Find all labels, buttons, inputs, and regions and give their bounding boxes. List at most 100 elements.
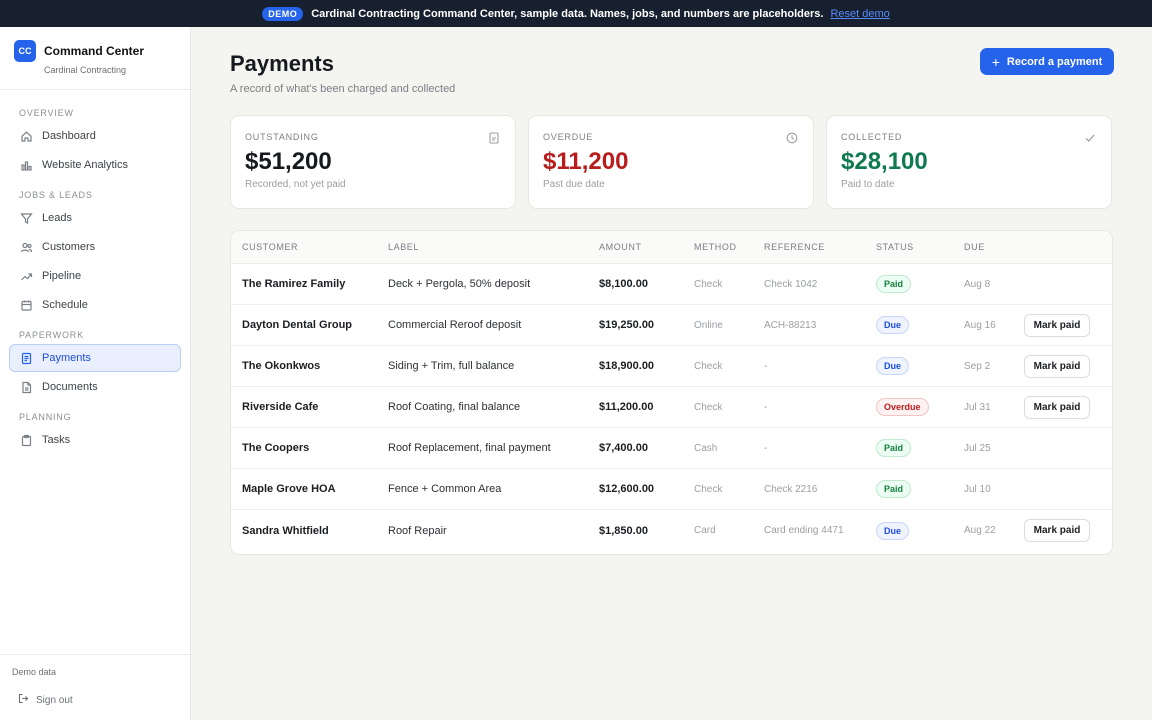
cell-method: Check	[694, 360, 723, 372]
card-label: COLLECTED	[841, 132, 903, 142]
sign-out-icon	[18, 693, 29, 707]
demo-message: Cardinal Contracting Command Center, sam…	[311, 7, 824, 20]
section-planning: PLANNING	[19, 412, 72, 422]
cell-amount: $11,200.00	[599, 401, 654, 413]
cell-amount: $8,100.00	[599, 278, 648, 290]
reset-demo-link[interactable]: Reset demo	[830, 8, 889, 20]
card-note: Recorded, not yet paid	[245, 179, 346, 190]
sidebar-nav: OVERVIEW Dashboard Website Analytics JOB…	[0, 90, 190, 454]
cell-method: Check	[694, 278, 723, 290]
table-row: Dayton Dental Group Commercial Reroof dep…	[231, 305, 1112, 346]
payments-table: CUSTOMER LABEL AMOUNT METHOD REFERENCE S…	[230, 230, 1113, 555]
table-row: Sandra Whitfield Roof Repair $1,850.00 Card…	[231, 510, 1112, 551]
brand-subtitle: Cardinal Contracting	[44, 65, 127, 75]
record-payment-button[interactable]: + Record a payment	[980, 48, 1114, 75]
cell-customer: Dayton Dental Group	[242, 319, 353, 331]
cell-method: Online	[694, 319, 723, 331]
cell-amount: $12,600.00	[599, 483, 655, 495]
sidebar-item-tasks[interactable]: Tasks	[9, 426, 181, 454]
status-badge: Paid	[876, 275, 912, 293]
sidebar-item-website-analytics[interactable]: Website Analytics	[9, 151, 181, 179]
sidebar-item-label: Customers	[42, 241, 96, 253]
receipt-icon	[20, 352, 33, 365]
cell-customer: Riverside Cafe	[242, 401, 319, 413]
cell-customer: The Okonkwos	[242, 360, 321, 372]
cell-label: Siding + Trim, full balance	[388, 360, 515, 372]
header-method: METHOD	[694, 242, 737, 252]
status-badge: Due	[876, 316, 910, 334]
cell-reference: Card ending 4471	[764, 525, 844, 536]
card-label: OUTSTANDING	[245, 132, 319, 142]
sidebar-item-documents[interactable]: Documents	[9, 373, 181, 401]
table-row: Maple Grove HOA Fence + Common Area $12,60…	[231, 469, 1112, 510]
cell-reference: -	[764, 442, 768, 454]
bar-chart-icon	[20, 159, 33, 172]
cell-amount: $18,900.00	[599, 360, 655, 372]
cell-label: Roof Coating, final balance	[388, 401, 521, 413]
sidebar-item-label: Pipeline	[42, 270, 82, 282]
header-status: STATUS	[876, 242, 914, 252]
cell-due: Aug 8	[964, 278, 991, 290]
sidebar-item-leads[interactable]: Leads	[9, 204, 181, 232]
card-value: $11,200	[543, 148, 629, 175]
cell-due: Jul 31	[964, 401, 991, 413]
check-icon	[1084, 131, 1096, 143]
section-jobs-leads: JOBS & LEADS	[19, 190, 93, 200]
sidebar: CC Command Center Cardinal Contracting O…	[0, 27, 191, 720]
cell-reference: -	[764, 360, 768, 372]
card-value: $28,100	[841, 148, 928, 175]
card-note: Paid to date	[841, 179, 895, 190]
sidebar-footer: Demo data Sign out	[0, 654, 190, 720]
cell-amount: $1,850.00	[599, 524, 648, 537]
cell-customer: The Ramirez Family	[242, 278, 346, 290]
mark-paid-button[interactable]: Mark paid	[1024, 519, 1090, 542]
plus-icon: +	[991, 53, 1000, 70]
summary-cards: OUTSTANDING $51,200 Recorded, not yet pa…	[230, 115, 1112, 209]
cell-customer: Sandra Whitfield	[242, 524, 329, 537]
cell-customer: The Coopers	[242, 442, 310, 454]
document-icon	[20, 381, 33, 394]
cell-label: Roof Replacement, final payment	[388, 442, 551, 454]
overdue-card: OVERDUE $11,200 Past due date	[528, 115, 814, 209]
sidebar-item-label: Leads	[42, 212, 72, 224]
header-customer: CUSTOMER	[242, 242, 299, 252]
sidebar-item-pipeline[interactable]: Pipeline	[9, 262, 181, 290]
demo-data-note: Demo data	[12, 667, 57, 677]
demo-banner: DEMO Cardinal Contracting Command Center…	[0, 0, 1152, 27]
cell-reference: -	[764, 401, 768, 413]
sidebar-item-schedule[interactable]: Schedule	[9, 291, 181, 319]
card-value: $51,200	[245, 148, 332, 175]
receipt-icon	[488, 131, 500, 144]
section-paperwork: PAPERWORK	[19, 330, 84, 340]
clock-icon	[786, 131, 798, 144]
mark-paid-button[interactable]: Mark paid	[1024, 313, 1090, 337]
cell-due: Sep 2	[964, 360, 991, 372]
cell-due: Aug 16	[964, 319, 996, 331]
cell-reference: Check 1042	[764, 278, 818, 290]
cell-label: Roof Repair	[388, 524, 447, 537]
funnel-icon	[20, 212, 33, 225]
header-reference: REFERENCE	[764, 242, 825, 252]
cell-reference: Check 2216	[764, 483, 818, 495]
sidebar-item-label: Tasks	[42, 434, 71, 446]
calendar-icon	[20, 299, 33, 312]
sidebar-item-label: Schedule	[42, 299, 88, 311]
section-overview: OVERVIEW	[19, 108, 74, 118]
table-row: The Okonkwos Siding + Trim, full balance $…	[231, 346, 1112, 387]
home-icon	[20, 130, 33, 143]
status-badge: Paid	[876, 439, 912, 457]
cell-method: Cash	[694, 442, 718, 454]
mark-paid-button[interactable]: Mark paid	[1024, 354, 1090, 378]
sign-out-label: Sign out	[36, 694, 73, 706]
sidebar-item-dashboard[interactable]: Dashboard	[9, 122, 181, 150]
cell-due: Jul 10	[964, 483, 991, 495]
cell-due: Jul 25	[964, 442, 991, 454]
table-row: The Ramirez Family Deck + Pergola, 50% de…	[231, 264, 1112, 305]
demo-pill: DEMO	[262, 6, 304, 21]
sidebar-item-payments[interactable]: Payments	[9, 344, 181, 372]
sign-out-button[interactable]: Sign out	[0, 677, 190, 707]
card-note: Past due date	[543, 179, 605, 190]
sidebar-item-customers[interactable]: Customers	[9, 233, 181, 261]
cell-label: Commercial Reroof deposit	[388, 319, 522, 331]
mark-paid-button[interactable]: Mark paid	[1024, 395, 1090, 419]
